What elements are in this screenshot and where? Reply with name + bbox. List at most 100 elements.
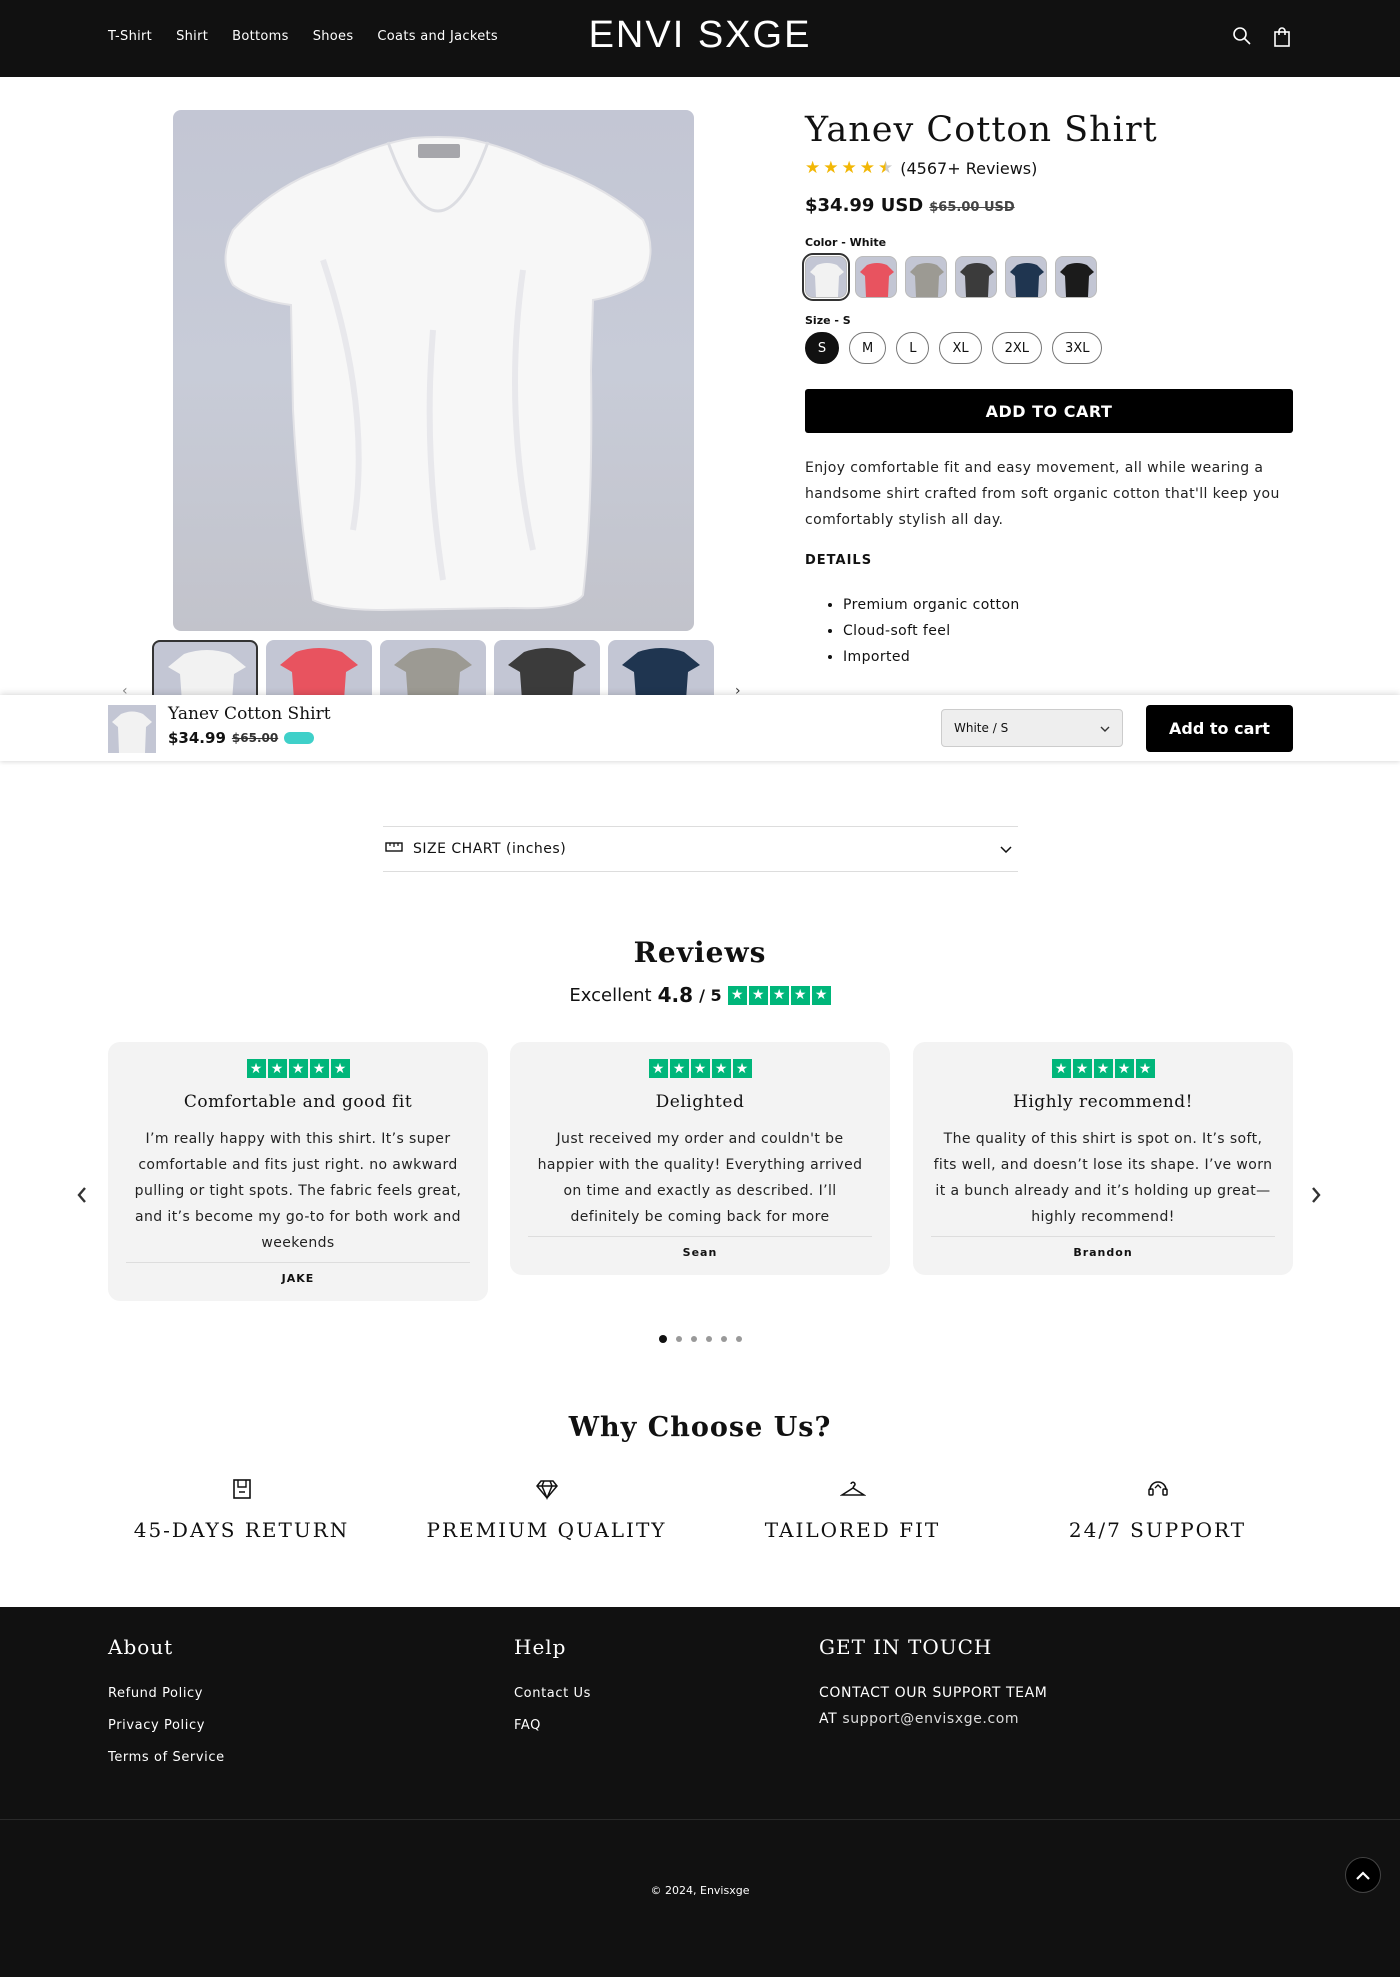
site-footer: About Refund Policy Privacy Policy Terms… [0,1607,1400,1977]
site-header: T-Shirt Shirt Bottoms Shoes Coats and Ja… [0,0,1400,77]
size-2xl[interactable]: 2XL [991,332,1043,364]
star-icon: ★ [1135,1059,1155,1078]
return-box-icon [89,1478,394,1502]
detail-item: Premium organic cotton [843,592,1020,618]
footer-about-title: About [108,1635,174,1659]
chevron-up-icon [1355,1866,1371,1885]
current-price: $34.99 USD [805,195,924,216]
footer-link-refund[interactable]: Refund Policy [108,1686,203,1701]
review-title: Delighted [655,1092,745,1112]
feature-label: PREMIUM QUALITY [426,1518,667,1542]
size-options: S M L XL 2XL 3XL [805,332,1103,364]
ruler-icon [385,841,403,857]
add-to-cart-button[interactable]: ADD TO CART [805,389,1293,433]
pagination-dot[interactable] [720,1336,727,1342]
sticky-add-to-cart-bar: Yanev Cotton Shirt $34.99 $65.00 White /… [0,695,1400,761]
pagination-dot[interactable] [705,1336,712,1342]
chevron-down-icon [1100,721,1110,735]
star-icon: ★ [1114,1059,1134,1078]
size-xl[interactable]: XL [939,332,982,364]
back-to-top-button[interactable] [1345,1857,1381,1893]
sticky-product-thumbnail [108,705,156,753]
discount-badge [284,732,315,744]
review-card: ★ ★ ★ ★ ★ Comfortable and good fit I’m reall… [108,1042,488,1301]
reviews-count: (4567+ Reviews) [900,158,1038,178]
star-icon: ★ [711,1059,731,1078]
star-icon: ★ [823,158,839,178]
footer-help-title: Help [514,1635,567,1659]
star-icon: ★ [790,985,810,1005]
search-icon[interactable] [1232,26,1252,48]
swatch-charcoal[interactable] [955,256,997,298]
star-icon: ★ [267,1059,287,1078]
site-logo[interactable]: ENVI SXGE [0,14,1400,57]
star-icon: ★ [732,1059,752,1078]
sticky-add-to-cart-button[interactable]: Add to cart [1146,705,1293,752]
feature-label: TAILORED FIT [764,1518,941,1542]
why-title: Why Choose Us? [568,1412,832,1443]
details-heading: DETAILS [805,553,873,568]
footer-link-terms[interactable]: Terms of Service [108,1750,225,1765]
thumbnail-grey[interactable] [380,640,486,700]
star-icon: ★ [288,1059,308,1078]
size-l[interactable]: L [896,332,930,364]
review-card: ★ ★ ★ ★ ★ Delighted Just received my order a… [510,1042,890,1275]
footer-link-privacy[interactable]: Privacy Policy [108,1718,205,1733]
star-icon: ★ [690,1059,710,1078]
footer-link-contact[interactable]: Contact Us [514,1686,591,1701]
chevron-down-icon [1000,841,1012,857]
thumbnail-red[interactable] [266,640,372,700]
color-swatches [802,253,1097,301]
half-star-icon: ★ [878,158,894,178]
review-author: JAKE [126,1262,470,1301]
variant-select[interactable]: White / S [941,709,1123,747]
sticky-product-name: Yanev Cotton Shirt [168,704,331,724]
review-text: I’m really happy with this shirt. It’s s… [134,1131,462,1251]
swatch-black[interactable] [1055,256,1097,298]
thumbnail-strip [152,640,714,700]
detail-item: Cloud-soft feel [843,618,1020,644]
review-stars: ★ ★ ★ ★ ★ [528,1059,872,1078]
product-title: Yanev Cotton Shirt [805,110,1158,150]
pagination-dot[interactable] [735,1336,742,1342]
size-label: Size - S [805,314,851,327]
review-title: Highly recommend! [1013,1092,1193,1112]
review-text: The quality of this shirt is spot on. It… [933,1131,1273,1225]
pagination-dot[interactable] [658,1335,667,1343]
size-s[interactable]: S [805,332,839,364]
feature-support: 24/7 SUPPORT [1005,1478,1310,1542]
thumbnail-charcoal[interactable] [494,640,600,700]
swatch-red[interactable] [855,256,897,298]
footer-contact-email[interactable]: support@envisxge.com [842,1711,1019,1727]
star-icon: ★ [811,985,831,1005]
swatch-white[interactable] [802,253,850,301]
copyright: © 2024, Envisxge [650,1884,750,1897]
size-3xl[interactable]: 3XL [1052,332,1103,364]
star-icon: ★ [841,158,857,178]
review-out-of: / 5 [699,985,722,1005]
thumbnail-white[interactable] [152,640,258,700]
reviews-next-arrow[interactable] [1310,1185,1322,1210]
footer-link-faq[interactable]: FAQ [514,1718,541,1733]
reviews-prev-arrow[interactable] [76,1185,88,1210]
variant-value: White / S [954,721,1009,735]
star-icon: ★ [769,985,789,1005]
footer-contact-email-line: AT support@envisxge.com [819,1711,1019,1727]
thumbnail-navy[interactable] [608,640,714,700]
size-m[interactable]: M [849,332,887,364]
pagination-dot[interactable] [690,1336,697,1342]
swatch-navy[interactable] [1005,256,1047,298]
review-stars: ★ ★ ★ ★ ★ [931,1059,1275,1078]
footer-divider [0,1819,1400,1820]
pagination-dot[interactable] [675,1336,682,1342]
swatch-grey[interactable] [905,256,947,298]
sticky-price: $34.99 $65.00 [168,729,315,747]
star-icon: ★ [727,985,747,1005]
size-chart-label: SIZE CHART (inches) [413,841,567,857]
product-rating[interactable]: ★ ★ ★ ★ ★ (4567+ Reviews) [805,158,1037,178]
cart-icon[interactable] [1272,26,1292,48]
feature-fit: TAILORED FIT [700,1478,1005,1542]
size-chart-accordion[interactable]: SIZE CHART (inches) [383,826,1018,872]
review-author: Brandon [931,1236,1275,1275]
product-main-image[interactable] [173,110,694,631]
